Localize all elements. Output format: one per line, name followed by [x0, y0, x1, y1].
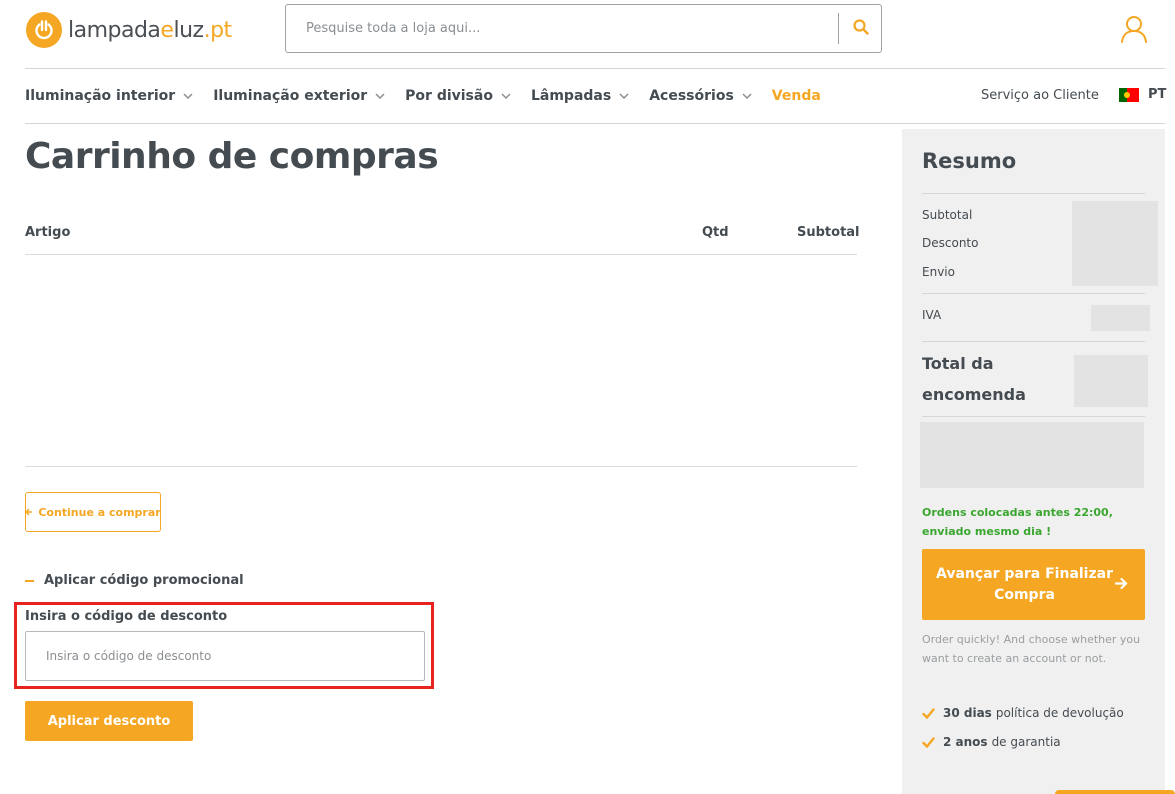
- chevron-down-icon: [742, 93, 752, 99]
- checkout-label: Avançar para Finalizar Compra: [936, 566, 1113, 603]
- logo-power-icon: [26, 12, 62, 48]
- nav-item-label: Iluminação interior: [25, 88, 176, 104]
- summary-divider: [922, 341, 1145, 342]
- perk-text: de garantia: [991, 735, 1061, 749]
- arrow-right-icon: [1114, 577, 1128, 594]
- arrow-left-icon: [25, 506, 33, 519]
- vat-label: IVA: [922, 308, 942, 322]
- shipping-label: Envio: [922, 265, 955, 279]
- floating-widget-edge[interactable]: [1055, 790, 1175, 794]
- table-header-divider: [25, 254, 857, 255]
- language-code: PT: [1148, 87, 1167, 102]
- nav-item-label: Venda: [771, 88, 821, 104]
- perk-bold-text: 2 anos: [943, 735, 988, 749]
- vat-loading-placeholder: [1091, 305, 1150, 331]
- search-icon: [853, 18, 869, 39]
- return-policy-perk: 30 dias política de devolução: [922, 706, 1124, 720]
- nav-item-sale[interactable]: Venda: [772, 88, 821, 104]
- language-switcher[interactable]: PT: [1119, 87, 1166, 102]
- user-icon: [1120, 16, 1148, 48]
- continue-shopping-button[interactable]: Continue a comprar: [25, 492, 161, 532]
- nav-item-exterior-lighting[interactable]: Iluminação exterior: [213, 88, 385, 104]
- summary-divider: [922, 293, 1145, 294]
- totals-loading-placeholder: [1072, 201, 1158, 286]
- chevron-down-icon: [375, 93, 385, 99]
- header-divider: [25, 68, 1165, 69]
- logo-wordmark: lampadaeluz.pt: [68, 17, 232, 43]
- chevron-down-icon: [501, 93, 511, 99]
- nav-item-label: Iluminação exterior: [213, 88, 368, 104]
- checkmark-icon: [922, 736, 935, 748]
- discount-code-input[interactable]: [25, 631, 425, 681]
- collapse-icon: [25, 579, 34, 582]
- apply-discount-button[interactable]: Aplicar desconto: [25, 701, 193, 741]
- nav-divider: [25, 123, 1165, 124]
- nav-item-by-room[interactable]: Por divisão: [405, 88, 511, 104]
- nav-item-label: Acessórios: [649, 88, 734, 104]
- chevron-down-icon: [619, 93, 629, 99]
- warranty-perk: 2 anos de garantia: [922, 735, 1061, 749]
- continue-shopping-label: Continue a comprar: [38, 505, 161, 519]
- search-input[interactable]: [286, 5, 838, 52]
- promo-code-toggle[interactable]: Aplicar código promocional: [25, 573, 244, 588]
- site-logo[interactable]: lampadaeluz.pt: [26, 11, 232, 49]
- discount-label: Desconto: [922, 236, 979, 250]
- account-button[interactable]: [1120, 14, 1148, 44]
- order-total-label: Total da encomenda: [922, 354, 1026, 404]
- order-summary: Resumo Subtotal Desconto Envio IVA Total…: [902, 129, 1165, 794]
- column-header-item: Artigo: [25, 225, 71, 240]
- discount-code-label: Insira o código de desconto: [25, 609, 228, 624]
- total-loading-placeholder: [1074, 355, 1148, 407]
- promo-toggle-label: Aplicar código promocional: [44, 573, 244, 588]
- checkout-hint: Order quickly! And choose whether you wa…: [922, 633, 1141, 665]
- nav-item-bulbs[interactable]: Lâmpadas: [531, 88, 629, 104]
- perk-bold-text: 30 dias: [943, 706, 992, 720]
- portugal-flag-icon: [1119, 87, 1139, 102]
- summary-divider: [922, 193, 1145, 194]
- summary-title: Resumo: [922, 149, 1017, 173]
- proceed-to-checkout-button[interactable]: Avançar para Finalizar Compra: [922, 549, 1145, 620]
- main-navigation: Iluminação interior Iluminação exterior …: [25, 84, 841, 108]
- search-divider: [838, 13, 839, 44]
- nav-item-interior-lighting[interactable]: Iluminação interior: [25, 88, 193, 104]
- page-title: Carrinho de compras: [25, 136, 439, 177]
- nav-item-label: Lâmpadas: [530, 88, 612, 104]
- same-day-shipping-note: Ordens colocadas antes 22:00, enviado me…: [922, 506, 1113, 538]
- table-bottom-divider: [25, 466, 857, 467]
- nav-item-accessories[interactable]: Acessórios: [649, 88, 752, 104]
- nav-item-label: Por divisão: [405, 88, 493, 104]
- perk-text: política de devolução: [995, 706, 1124, 720]
- checkmark-icon: [922, 707, 935, 719]
- chevron-down-icon: [183, 93, 193, 99]
- customer-service-link[interactable]: Serviço ao Cliente: [981, 88, 1099, 103]
- column-header-qty: Qtd: [702, 225, 729, 240]
- column-header-subtotal: Subtotal: [797, 225, 860, 240]
- shipping-loading-placeholder: [920, 422, 1144, 488]
- summary-divider: [922, 416, 1145, 417]
- subtotal-label: Subtotal: [922, 208, 973, 222]
- search-button[interactable]: [841, 5, 881, 52]
- search-bar: [285, 4, 882, 53]
